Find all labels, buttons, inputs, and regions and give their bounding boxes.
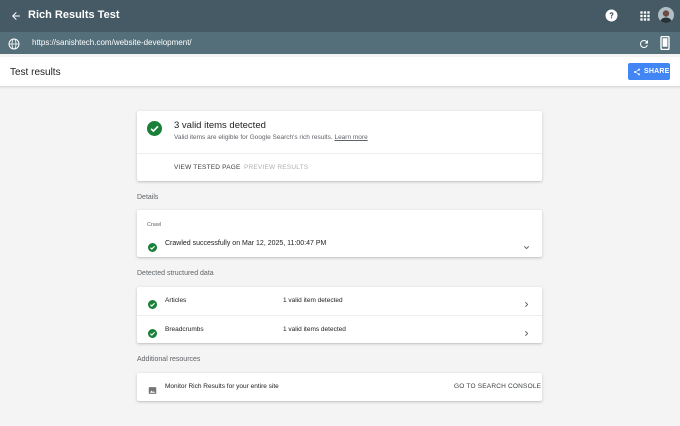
- share-icon: [633, 63, 641, 81]
- preview-results-button[interactable]: PREVIEW RESULTS: [244, 164, 308, 171]
- structured-data-row-articles[interactable]: Articles 1 valid item detected: [137, 287, 542, 315]
- section-label-detected: Detected structured data: [137, 270, 214, 277]
- image-icon: [148, 382, 157, 394]
- details-card[interactable]: Crawl Crawled successfully on Mar 12, 20…: [137, 210, 542, 257]
- chevron-right-icon: [522, 296, 531, 308]
- arrow-left-icon[interactable]: [7, 7, 25, 25]
- globe-icon: [8, 37, 20, 50]
- crawl-status: Crawled successfully on Mar 12, 2025, 11…: [165, 240, 327, 247]
- structured-data-card: Articles 1 valid item detected Breadcrum…: [137, 287, 542, 343]
- structured-data-name: Articles: [165, 297, 187, 304]
- apps-grid-icon[interactable]: [638, 9, 652, 23]
- structured-data-name: Breadcrumbs: [165, 326, 204, 333]
- app-title: Rich Results Test: [28, 9, 120, 21]
- share-button[interactable]: SHARE: [628, 63, 670, 80]
- structured-data-count: 1 valid items detected: [283, 326, 346, 333]
- share-label: SHARE: [644, 68, 670, 75]
- chevron-down-icon[interactable]: [522, 239, 531, 250]
- section-label-details: Details: [137, 194, 159, 201]
- learn-more-link[interactable]: Learn more: [334, 134, 367, 141]
- check-circle-icon: [148, 239, 157, 252]
- page-title: Test results: [10, 67, 61, 78]
- tested-url: https://sanishtech.com/website-developme…: [32, 38, 192, 47]
- refresh-icon[interactable]: [638, 37, 650, 49]
- chevron-right-icon: [522, 325, 531, 337]
- app-bar: Rich Results Test: [0, 0, 680, 32]
- section-label-additional: Additional resources: [137, 356, 201, 363]
- url-bar: https://sanishtech.com/website-developme…: [0, 32, 680, 54]
- divider: [137, 153, 542, 154]
- structured-data-row-breadcrumbs[interactable]: Breadcrumbs 1 valid items detected: [137, 315, 542, 343]
- summary-subtitle-text: Valid items are eligible for Google Sear…: [174, 134, 333, 141]
- summary-card: 3 valid items detected Valid items are e…: [137, 111, 542, 181]
- avatar[interactable]: [658, 7, 674, 23]
- check-circle-icon: [148, 325, 157, 338]
- resources-text: Monitor Rich Results for your entire sit…: [165, 383, 279, 390]
- results-header: Test results SHARE: [0, 57, 680, 87]
- help-circle-icon[interactable]: [605, 9, 618, 22]
- summary-subtitle: Valid items are eligible for Google Sear…: [174, 134, 368, 141]
- summary-title: 3 valid items detected: [174, 120, 266, 131]
- structured-data-count: 1 valid item detected: [283, 297, 343, 304]
- check-circle-icon: [147, 121, 162, 136]
- go-to-search-console-button[interactable]: GO TO SEARCH CONSOLE: [454, 383, 541, 390]
- smartphone-icon[interactable]: [660, 35, 670, 51]
- resources-card: Monitor Rich Results for your entire sit…: [137, 373, 542, 401]
- check-circle-icon: [148, 296, 157, 309]
- crawl-label: Crawl: [147, 222, 162, 228]
- view-tested-page-button[interactable]: VIEW TESTED PAGE: [174, 164, 241, 171]
